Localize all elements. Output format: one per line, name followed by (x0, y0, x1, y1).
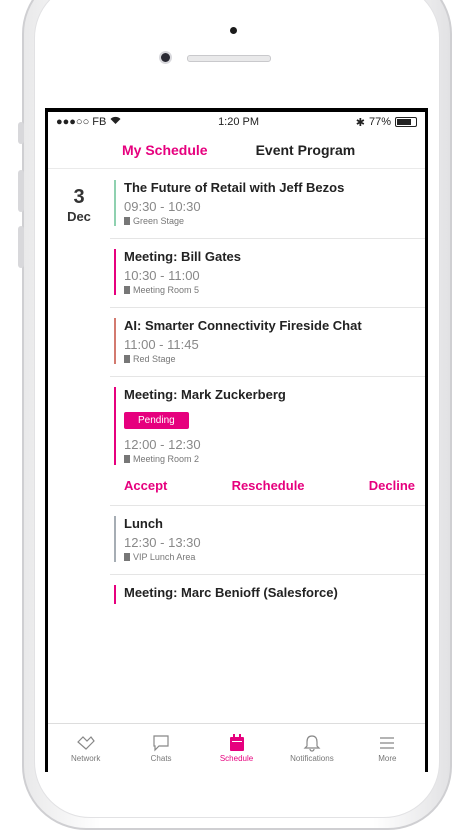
location-label: VIP Lunch Area (133, 552, 196, 562)
tab-my-schedule[interactable]: My Schedule (122, 142, 208, 158)
bottom-nav: Network Chats Schedule Notifications Mor… (48, 723, 425, 772)
event-time: 11:00 - 11:45 (124, 337, 199, 352)
nav-more[interactable]: More (350, 724, 425, 772)
schedule-tabs: My Schedule Event Program (48, 132, 425, 169)
event-title: Meeting: Mark Zuckerberg (124, 387, 286, 402)
camera-lens (161, 53, 170, 62)
nav-network[interactable]: Network (48, 724, 123, 772)
meeting-actions: Accept Reschedule Decline (124, 478, 425, 493)
earpiece-speaker (187, 55, 271, 62)
location-label: Meeting Room 5 (133, 285, 200, 295)
nav-label: Schedule (219, 753, 254, 763)
volume-up-button (18, 170, 24, 212)
event-item-pending[interactable]: Meeting: Mark Zuckerberg Pending 12:00 -… (110, 377, 425, 506)
nav-label: Notifications (290, 753, 334, 763)
event-title: AI: Smarter Connectivity Fireside Chat (124, 318, 362, 333)
event-color-bar (114, 180, 116, 226)
handshake-icon (76, 735, 95, 750)
event-item[interactable]: Meeting: Marc Benioff (Salesforce) (110, 575, 425, 616)
nav-label: Chats (150, 753, 172, 763)
nav-label: More (378, 753, 397, 763)
nav-notifications[interactable]: Notifications (274, 724, 349, 772)
nav-schedule[interactable]: Schedule (199, 724, 274, 772)
date-month: Dec (67, 209, 91, 224)
calendar-icon (229, 733, 244, 751)
front-camera (230, 27, 237, 34)
carrier-label: ●●●○○ FB (56, 116, 107, 128)
event-item[interactable]: Lunch 12:30 - 13:30 VIP Lunch Area (110, 506, 425, 575)
event-time: 12:00 - 12:30 (124, 437, 201, 452)
battery-icon (395, 117, 417, 127)
event-color-bar (114, 585, 116, 604)
event-title: Meeting: Marc Benioff (Salesforce) (124, 585, 338, 600)
event-title: Lunch (124, 516, 163, 531)
bell-icon (303, 734, 321, 752)
volume-down-button (18, 226, 24, 268)
event-item[interactable]: Meeting: Bill Gates 10:30 - 11:00 Meetin… (110, 239, 425, 308)
event-item[interactable]: The Future of Retail with Jeff Bezos 09:… (110, 170, 425, 239)
accept-button[interactable]: Accept (124, 478, 167, 493)
chat-icon (153, 734, 169, 751)
nav-chats[interactable]: Chats (123, 724, 198, 772)
location-label: Red Stage (133, 354, 176, 364)
location-icon (124, 217, 130, 225)
event-location: Red Stage (124, 354, 425, 364)
location-label: Green Stage (133, 216, 185, 226)
location-icon (124, 355, 130, 363)
status-bar: ●●●○○ FB 1:20 PM ✱ 77% (48, 112, 425, 132)
event-location: VIP Lunch Area (124, 552, 425, 562)
event-title: The Future of Retail with Jeff Bezos (124, 180, 345, 195)
app: ●●●○○ FB 1:20 PM ✱ 77% My Schedule Event… (48, 112, 425, 772)
event-location: Meeting Room 2 (124, 454, 425, 464)
location-icon (124, 286, 130, 294)
menu-icon (380, 736, 395, 749)
event-time: 12:30 - 13:30 (124, 535, 201, 550)
mute-switch (18, 122, 24, 144)
event-title: Meeting: Bill Gates (124, 249, 242, 264)
event-item[interactable]: AI: Smarter Connectivity Fireside Chat 1… (110, 308, 425, 377)
event-color-bar (114, 318, 116, 364)
date-label: 3 Dec (54, 186, 104, 224)
event-time: 09:30 - 10:30 (124, 199, 201, 214)
wifi-icon (110, 116, 121, 128)
status-badge: Pending (124, 412, 189, 429)
event-color-bar (114, 516, 116, 562)
location-label: Meeting Room 2 (133, 454, 200, 464)
location-icon (124, 553, 130, 561)
bluetooth-icon: ✱ (355, 116, 365, 129)
event-location: Green Stage (124, 216, 425, 226)
battery-percent: 77% (368, 116, 391, 128)
nav-label: Network (71, 753, 101, 763)
date-day: 3 (73, 186, 85, 208)
tab-event-program[interactable]: Event Program (256, 142, 356, 158)
event-color-bar (114, 249, 116, 295)
clock: 1:20 PM (218, 116, 260, 128)
location-icon (124, 455, 130, 463)
event-color-bar (114, 387, 116, 465)
screen: ●●●○○ FB 1:20 PM ✱ 77% My Schedule Event… (45, 108, 428, 772)
event-time: 10:30 - 11:00 (124, 268, 200, 283)
event-location: Meeting Room 5 (124, 285, 425, 295)
reschedule-button[interactable]: Reschedule (232, 478, 305, 493)
event-list: The Future of Retail with Jeff Bezos 09:… (110, 170, 425, 616)
decline-button[interactable]: Decline (369, 478, 415, 493)
